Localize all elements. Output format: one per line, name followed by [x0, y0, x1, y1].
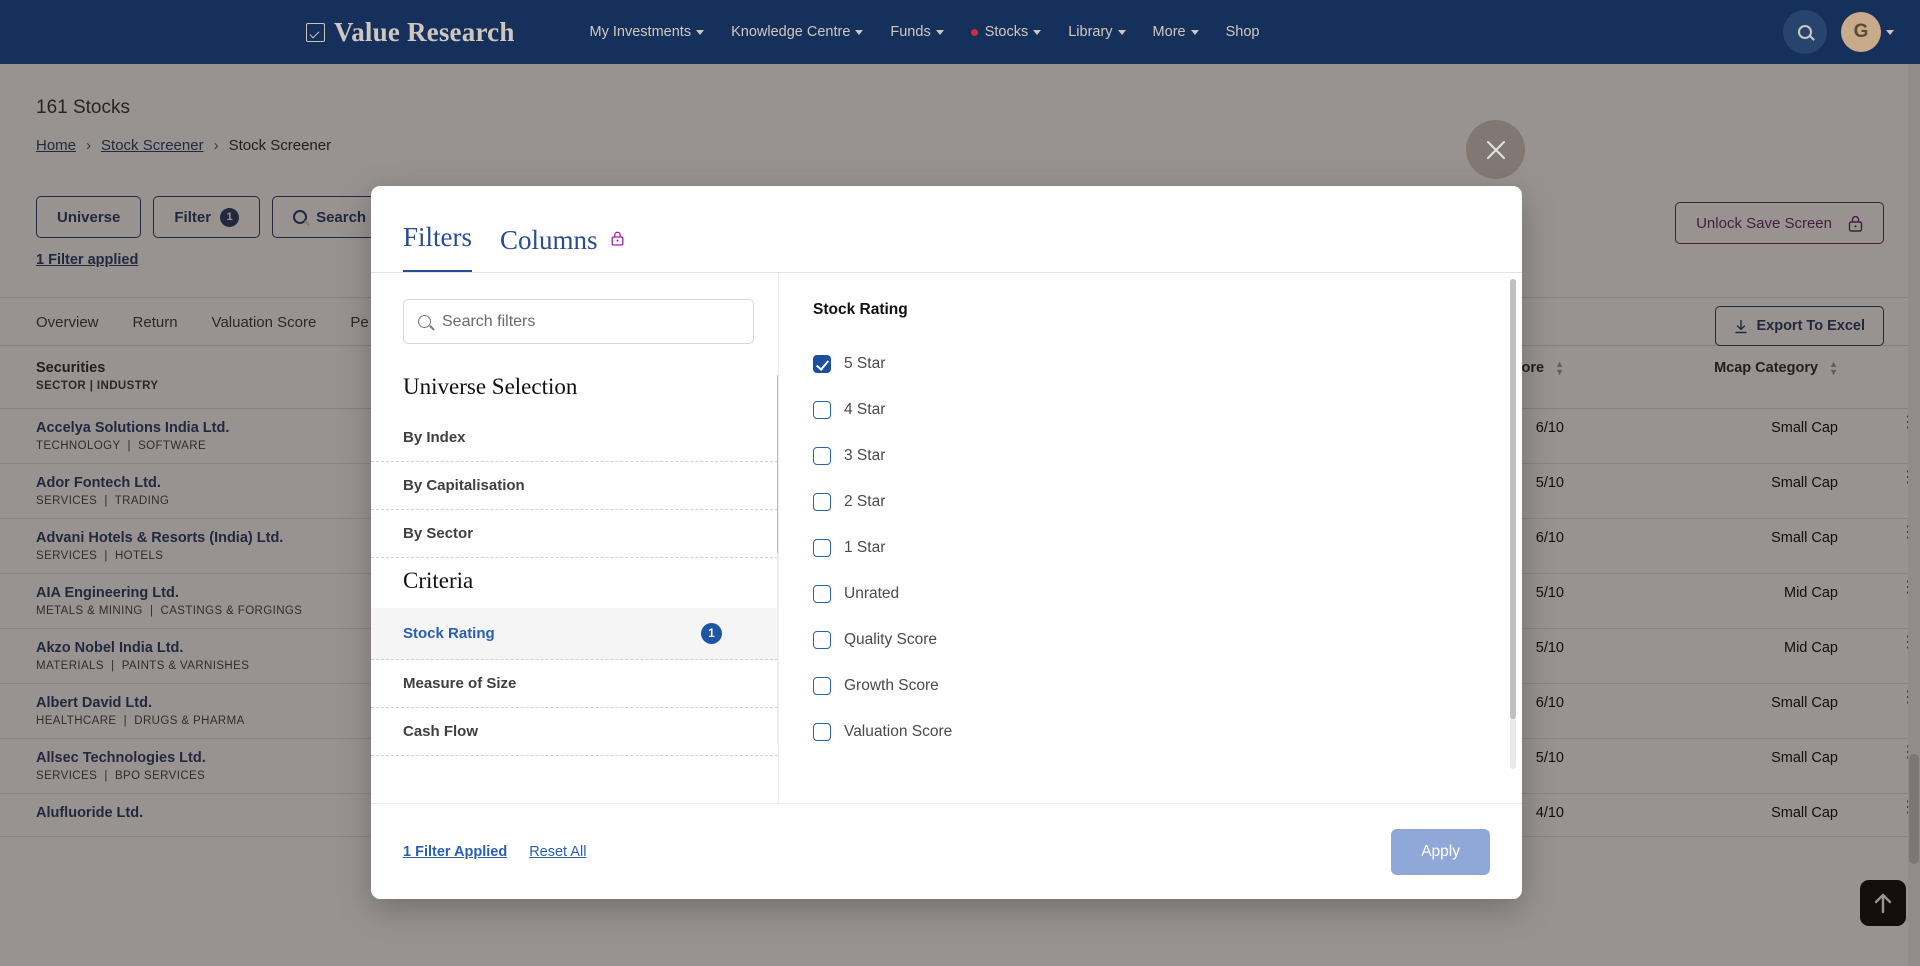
nav-label: Funds: [890, 24, 930, 40]
avatar: G: [1841, 12, 1881, 52]
filter-item-by-index[interactable]: By Index: [371, 414, 778, 462]
nav-item-funds[interactable]: Funds: [890, 24, 943, 40]
filter-options-panel: Stock Rating 5 Star 4 Star 3 Star 2 Star…: [779, 273, 1522, 803]
search-button[interactable]: [1783, 10, 1827, 54]
option-label[interactable]: 3 Star: [844, 447, 885, 465]
nav-label: Knowledge Centre: [731, 24, 850, 40]
search-icon: [1798, 25, 1812, 39]
checkbox-1-star[interactable]: [813, 539, 831, 557]
tab-filters[interactable]: Filters: [403, 222, 472, 273]
checkbox-unrated[interactable]: [813, 585, 831, 603]
nav-label: More: [1153, 24, 1186, 40]
option-row-quality-score[interactable]: Quality Score: [813, 617, 1492, 663]
option-row-3-star[interactable]: 3 Star: [813, 433, 1492, 479]
site-header: Value Research My Investments Knowledge …: [0, 0, 1920, 64]
panel-scrollbar-thumb[interactable]: [1510, 279, 1516, 719]
filter-item-cash-flow[interactable]: Cash Flow: [371, 708, 778, 756]
filter-item-label: Stock Rating: [403, 625, 495, 642]
nav-item-shop[interactable]: Shop: [1226, 24, 1260, 40]
search-filters-box[interactable]: [403, 299, 754, 344]
option-row-5-star[interactable]: 5 Star: [813, 341, 1492, 387]
nav-label: Stocks: [985, 24, 1029, 40]
chevron-down-icon: [1033, 30, 1041, 35]
filter-item-label: Cash Flow: [403, 723, 478, 740]
option-label[interactable]: Growth Score: [844, 677, 939, 695]
filter-item-stock-rating[interactable]: Stock Rating 1: [371, 608, 778, 660]
checkbox-quality-score[interactable]: [813, 631, 831, 649]
apply-button[interactable]: Apply: [1391, 829, 1490, 875]
modal-footer: 1 Filter Applied Reset All Apply: [371, 803, 1522, 899]
checkbox-valuation-score[interactable]: [813, 723, 831, 741]
brand-logo[interactable]: Value Research: [306, 17, 515, 48]
option-row-1-star[interactable]: 1 Star: [813, 525, 1492, 571]
option-row-valuation-score[interactable]: Valuation Score: [813, 709, 1492, 755]
checkbox-4-star[interactable]: [813, 401, 831, 419]
tab-filters-label: Filters: [403, 222, 472, 252]
chevron-down-icon: [1118, 30, 1126, 35]
nav-item-more[interactable]: More: [1153, 24, 1199, 40]
option-label[interactable]: 5 Star: [844, 355, 885, 373]
nav-label: Shop: [1226, 24, 1260, 40]
filter-item-by-sector[interactable]: By Sector: [371, 510, 778, 558]
filter-item-label: Measure of Size: [403, 675, 516, 692]
header-actions: G: [1783, 10, 1894, 54]
nav-item-stocks[interactable]: Stocks: [971, 24, 1042, 40]
search-filters-input[interactable]: [442, 313, 739, 331]
option-label[interactable]: Valuation Score: [844, 723, 952, 741]
filter-item-measure-of-size[interactable]: Measure of Size: [371, 660, 778, 708]
option-row-unrated[interactable]: Unrated: [813, 571, 1492, 617]
filter-count-badge: 1: [701, 623, 722, 644]
checkbox-3-star[interactable]: [813, 447, 831, 465]
account-menu[interactable]: G: [1841, 12, 1894, 52]
option-row-2-star[interactable]: 2 Star: [813, 479, 1492, 525]
checkbox-logo-icon: [306, 23, 325, 42]
filter-item-label: By Sector: [403, 525, 473, 542]
filter-item-label: By Index: [403, 429, 466, 446]
filter-item-by-capitalisation[interactable]: By Capitalisation: [371, 462, 778, 510]
nav-item-my-investments[interactable]: My Investments: [590, 24, 705, 40]
option-label[interactable]: Quality Score: [844, 631, 937, 649]
nav-label: Library: [1068, 24, 1112, 40]
filters-modal: Filters Columns Universe Se: [371, 186, 1522, 899]
brand-name: Value Research: [334, 17, 515, 48]
reset-all-link[interactable]: Reset All: [529, 844, 586, 860]
panel-title: Stock Rating: [813, 301, 1492, 319]
option-label[interactable]: 4 Star: [844, 401, 885, 419]
option-row-growth-score[interactable]: Growth Score: [813, 663, 1492, 709]
nav-label: My Investments: [590, 24, 692, 40]
filters-sidebar: Universe Selection By Index By Capitalis…: [371, 273, 779, 803]
group-title-criteria: Criteria: [371, 558, 778, 608]
option-row-4-star[interactable]: 4 Star: [813, 387, 1492, 433]
option-label[interactable]: 1 Star: [844, 539, 885, 557]
filter-item-label: By Capitalisation: [403, 477, 525, 494]
nav-item-library[interactable]: Library: [1068, 24, 1125, 40]
chevron-down-icon: [936, 30, 944, 35]
main-navigation: My Investments Knowledge Centre Funds St…: [590, 24, 1260, 40]
tab-columns[interactable]: Columns: [500, 222, 624, 273]
sidebar-scrollbar-thumb[interactable]: [777, 374, 778, 554]
group-title-universe-selection: Universe Selection: [371, 364, 778, 414]
close-icon: [1483, 137, 1509, 163]
nav-item-knowledge-centre[interactable]: Knowledge Centre: [731, 24, 863, 40]
modal-body: Universe Selection By Index By Capitalis…: [371, 273, 1522, 803]
option-label[interactable]: 2 Star: [844, 493, 885, 511]
checkbox-2-star[interactable]: [813, 493, 831, 511]
chevron-down-icon: [855, 30, 863, 35]
search-filters-wrap: [371, 299, 778, 344]
lock-icon: [611, 222, 624, 253]
filters-applied-link[interactable]: 1 Filter Applied: [403, 844, 507, 860]
option-label[interactable]: Unrated: [844, 585, 899, 603]
modal-tabs: Filters Columns: [371, 186, 1522, 273]
checkbox-growth-score[interactable]: [813, 677, 831, 695]
tab-columns-label: Columns: [500, 225, 598, 255]
checkbox-5-star[interactable]: [813, 355, 831, 373]
filters-list: Universe Selection By Index By Capitalis…: [371, 364, 778, 756]
close-modal-button[interactable]: [1466, 120, 1525, 179]
search-icon: [418, 315, 431, 328]
active-dot-icon: [971, 29, 978, 36]
chevron-down-icon: [1886, 30, 1894, 35]
chevron-down-icon: [1191, 30, 1199, 35]
chevron-down-icon: [696, 30, 704, 35]
